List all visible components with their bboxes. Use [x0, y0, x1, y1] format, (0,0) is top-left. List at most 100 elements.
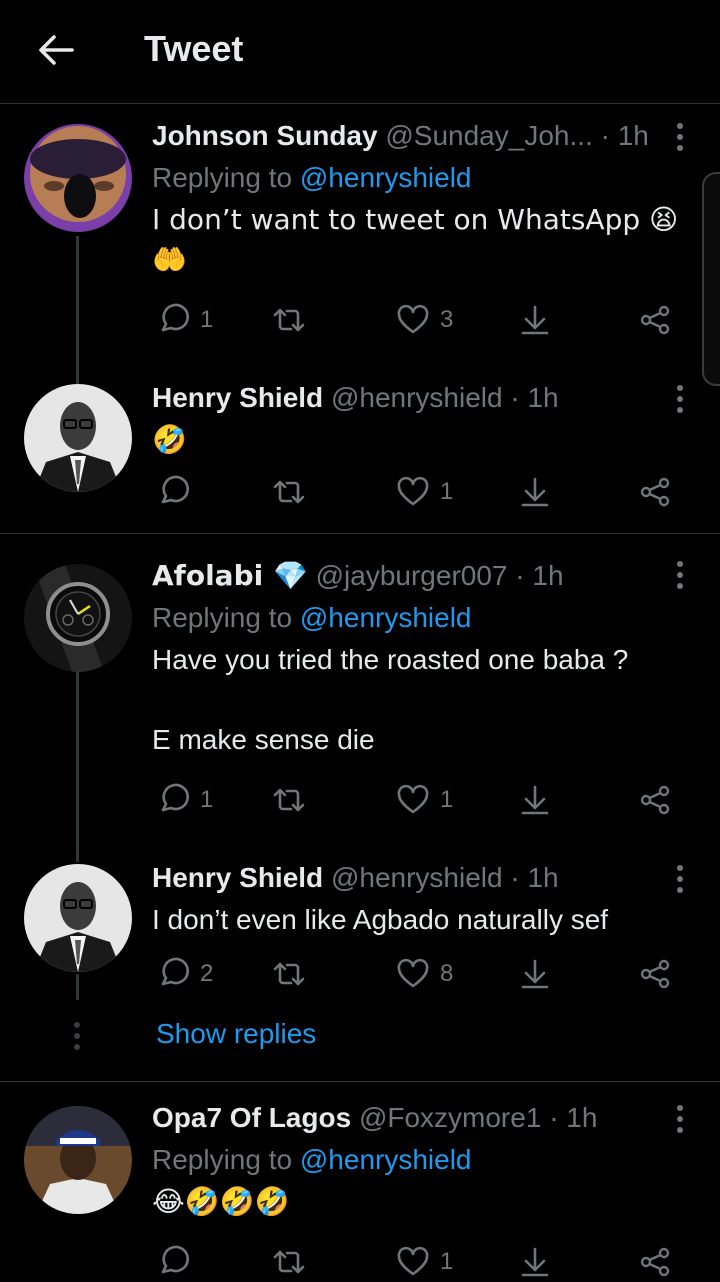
thread-line	[76, 670, 79, 862]
page-title: Tweet	[144, 28, 244, 69]
tweet-text: 🤣	[152, 423, 187, 456]
avatar[interactable]	[24, 1106, 132, 1214]
divider	[0, 1081, 720, 1082]
timestamp[interactable]: · 1h	[601, 120, 649, 151]
timestamp[interactable]: · 1h	[510, 862, 558, 893]
back-arrow-icon[interactable]	[36, 30, 76, 70]
avatar[interactable]	[24, 124, 132, 232]
tweet[interactable]: Johnson Sunday @Sunday_Joh... · 1h Reply…	[0, 118, 720, 388]
retweet-button[interactable]	[272, 1242, 316, 1282]
timestamp[interactable]: · 1h	[549, 1102, 597, 1133]
like-count: 8	[440, 960, 454, 987]
reply-count: 1	[200, 306, 214, 333]
heart-icon	[397, 304, 429, 334]
like-count: 1	[440, 1248, 454, 1275]
download-arrow-icon	[521, 785, 549, 815]
like-button[interactable]: 8	[396, 954, 453, 994]
like-count: 3	[440, 306, 454, 333]
avatar[interactable]	[24, 864, 132, 972]
share-button[interactable]	[638, 472, 672, 512]
bookmark-button[interactable]	[518, 954, 552, 994]
timestamp[interactable]: · 1h	[510, 382, 558, 413]
mention-link[interactable]: @henryshield	[300, 602, 472, 633]
reply-button[interactable]	[156, 1242, 200, 1282]
share-button[interactable]	[638, 1242, 672, 1282]
like-button[interactable]: 1	[396, 472, 453, 512]
tweet-text: I don’t even like Agbado naturally sef	[152, 904, 609, 935]
bookmark-button[interactable]	[518, 300, 552, 340]
heart-icon	[397, 476, 429, 506]
username[interactable]: @Sunday_Joh...	[385, 120, 592, 151]
more-options-icon[interactable]	[676, 1104, 684, 1134]
reply-icon	[161, 475, 189, 504]
bookmark-button[interactable]	[518, 472, 552, 512]
display-name[interactable]: Henry Shield	[152, 862, 323, 893]
username[interactable]: @jayburger007	[316, 560, 508, 591]
heart-icon	[397, 1246, 429, 1276]
reply-count: 2	[200, 960, 214, 987]
more-options-icon[interactable]	[676, 560, 684, 590]
more-options-icon[interactable]	[676, 864, 684, 894]
thread-line	[76, 236, 79, 384]
download-arrow-icon	[521, 1247, 549, 1277]
share-button[interactable]	[638, 954, 672, 994]
tweet[interactable]: Opa7 Of Lagos @Foxzymore1 · 1h Replying …	[0, 1100, 720, 1277]
reply-icon	[161, 1245, 189, 1274]
retweet-icon	[273, 308, 305, 332]
show-replies-link[interactable]: Show replies	[156, 1018, 316, 1050]
like-button[interactable]: 1	[396, 780, 453, 820]
share-icon	[640, 785, 670, 815]
bookmark-button[interactable]	[518, 780, 552, 820]
bookmark-button[interactable]	[518, 1242, 552, 1282]
username[interactable]: @henryshield	[331, 382, 503, 413]
like-count: 1	[440, 478, 454, 505]
display-name[interactable]: Johnson Sunday	[152, 120, 378, 151]
download-arrow-icon	[521, 305, 549, 335]
retweet-icon	[273, 788, 305, 812]
reply-button[interactable]: 2	[156, 954, 213, 994]
display-name[interactable]: Henry Shield	[152, 382, 323, 413]
reply-button[interactable]: 1	[156, 780, 213, 820]
retweet-icon	[273, 962, 305, 986]
retweet-button[interactable]	[272, 300, 316, 340]
share-button[interactable]	[638, 780, 672, 820]
reply-icon	[161, 303, 189, 332]
retweet-icon	[273, 480, 305, 504]
display-name[interactable]: Afolabi 💎	[152, 559, 308, 592]
more-options-icon[interactable]	[676, 122, 684, 152]
display-name[interactable]: Opa7 Of Lagos	[152, 1102, 351, 1133]
reply-count: 1	[200, 786, 214, 813]
share-icon	[640, 1247, 670, 1277]
heart-icon	[397, 958, 429, 988]
heart-icon	[397, 784, 429, 814]
share-button[interactable]	[638, 300, 672, 340]
tweet-text: 😂🤣🤣🤣	[152, 1185, 290, 1218]
timestamp[interactable]: · 1h	[515, 560, 563, 591]
retweet-button[interactable]	[272, 780, 316, 820]
reply-button[interactable]: 1	[156, 300, 213, 340]
tweet[interactable]: Afolabi 💎 @jayburger007 · 1h Replying to…	[0, 558, 720, 862]
retweet-button[interactable]	[272, 472, 316, 512]
avatar[interactable]	[24, 564, 132, 672]
username[interactable]: @Foxzymore1	[359, 1102, 541, 1133]
retweet-button[interactable]	[272, 954, 316, 994]
replying-label: Replying to	[152, 162, 300, 193]
reply-icon	[161, 957, 189, 986]
reply-button[interactable]	[156, 472, 200, 512]
tweet[interactable]: Henry Shield @henryshield · 1h 🤣 1	[0, 380, 720, 532]
divider	[0, 533, 720, 534]
mention-link[interactable]: @henryshield	[300, 162, 472, 193]
tweet-text: Have you tried the roasted one baba ? E …	[152, 644, 629, 755]
username[interactable]: @henryshield	[331, 862, 503, 893]
share-icon	[640, 959, 670, 989]
like-button[interactable]: 3	[396, 300, 453, 340]
tweet[interactable]: Henry Shield @henryshield · 1h I don’t e…	[0, 860, 720, 1000]
avatar[interactable]	[24, 384, 132, 492]
mention-link[interactable]: @henryshield	[300, 1144, 472, 1175]
download-arrow-icon	[521, 477, 549, 507]
download-arrow-icon	[521, 959, 549, 989]
thread-continuation-dots	[74, 1022, 80, 1055]
like-count: 1	[440, 786, 454, 813]
like-button[interactable]: 1	[396, 1242, 453, 1282]
more-options-icon[interactable]	[676, 384, 684, 414]
